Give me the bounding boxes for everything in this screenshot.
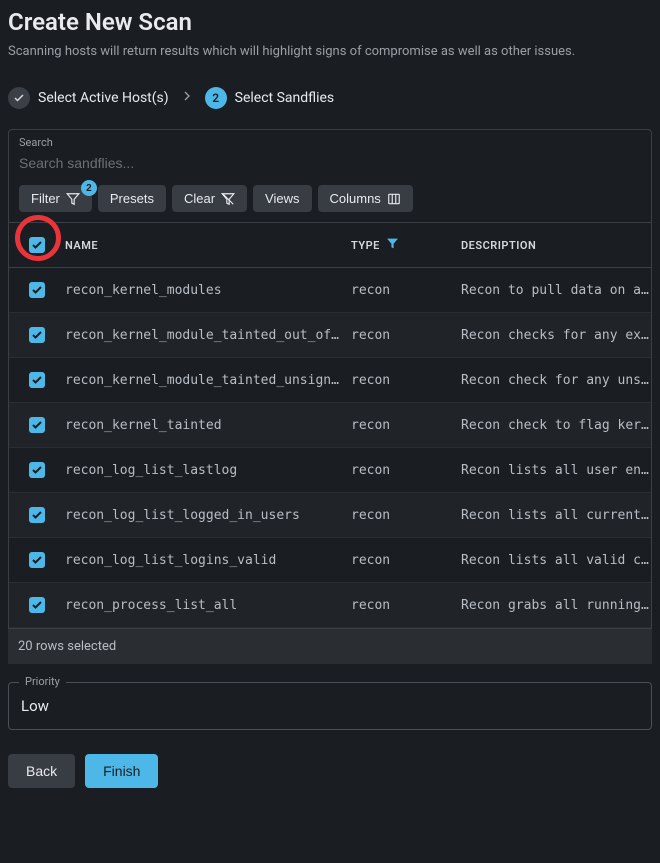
- row-description: Recon lists all currently: [461, 508, 651, 523]
- check-icon: [8, 87, 30, 109]
- views-button[interactable]: Views: [253, 185, 311, 212]
- row-checkbox[interactable]: [29, 372, 45, 388]
- table-panel: Search Filter 2 Presets Clear Views Colu…: [8, 129, 652, 629]
- clear-label: Clear: [184, 191, 215, 206]
- row-checkbox[interactable]: [29, 417, 45, 433]
- select-all-checkbox[interactable]: [29, 237, 45, 253]
- row-name: recon_log_list_logins_valid: [65, 553, 351, 568]
- row-checkbox[interactable]: [29, 597, 45, 613]
- columns-button[interactable]: Columns: [318, 185, 413, 212]
- clear-button[interactable]: Clear: [172, 185, 247, 212]
- back-button[interactable]: Back: [8, 754, 75, 788]
- row-name: recon_log_list_lastlog: [65, 463, 351, 478]
- columns-label: Columns: [330, 191, 381, 206]
- filter-label: Filter: [31, 191, 60, 206]
- row-checkbox[interactable]: [29, 507, 45, 523]
- row-name: recon_kernel_tainted: [65, 418, 351, 433]
- row-type: recon: [351, 463, 461, 478]
- row-description: Recon check to flag kernel: [461, 418, 651, 433]
- table-row[interactable]: recon_log_list_lastlogreconRecon lists a…: [9, 448, 651, 493]
- row-description: Recon check for any unsign: [461, 373, 651, 388]
- row-type: recon: [351, 508, 461, 523]
- filter-button[interactable]: Filter 2: [19, 185, 92, 212]
- step-2-number: 2: [205, 87, 227, 109]
- table-row[interactable]: recon_kernel_modulesreconRecon to pull d…: [9, 268, 651, 313]
- page-title: Create New Scan: [8, 8, 652, 36]
- column-name-header[interactable]: NAME: [65, 239, 351, 252]
- selection-footer: 20 rows selected: [8, 629, 652, 664]
- table-row[interactable]: recon_log_list_logged_in_usersreconRecon…: [9, 493, 651, 538]
- table-row[interactable]: recon_kernel_module_tainted_unsign…recon…: [9, 358, 651, 403]
- priority-select[interactable]: Priority Low: [8, 682, 652, 730]
- row-type: recon: [351, 283, 461, 298]
- arrow-right-icon: [179, 88, 195, 108]
- step-2-label: Select Sandflies: [235, 90, 335, 106]
- page-subtitle: Scanning hosts will return results which…: [8, 44, 652, 59]
- step-1-label: Select Active Host(s): [38, 90, 169, 106]
- presets-label: Presets: [110, 191, 154, 206]
- row-name: recon_kernel_module_tainted_unsign…: [65, 373, 351, 388]
- table-row[interactable]: recon_log_list_logins_validreconRecon li…: [9, 538, 651, 583]
- table-header: NAME TYPE DESCRIPTION: [9, 222, 651, 268]
- column-type-header[interactable]: TYPE: [351, 237, 461, 253]
- row-type: recon: [351, 328, 461, 343]
- views-label: Views: [265, 191, 299, 206]
- row-type: recon: [351, 553, 461, 568]
- step-1[interactable]: Select Active Host(s): [8, 87, 169, 109]
- presets-button[interactable]: Presets: [98, 185, 166, 212]
- row-name: recon_process_list_all: [65, 598, 351, 613]
- row-checkbox[interactable]: [29, 327, 45, 343]
- table-row[interactable]: recon_process_list_allreconRecon grabs a…: [9, 583, 651, 628]
- filter-badge: 2: [81, 180, 97, 196]
- filter-active-icon: [386, 237, 399, 253]
- step-2[interactable]: 2 Select Sandflies: [205, 87, 335, 109]
- row-name: recon_log_list_logged_in_users: [65, 508, 351, 523]
- row-description: Recon lists all user entri: [461, 463, 651, 478]
- row-description: Recon lists all valid curr: [461, 553, 651, 568]
- filter-off-icon: [221, 192, 235, 206]
- finish-button[interactable]: Finish: [85, 754, 158, 788]
- table-row[interactable]: recon_kernel_taintedreconRecon check to …: [9, 403, 651, 448]
- row-checkbox[interactable]: [29, 282, 45, 298]
- table-row[interactable]: recon_kernel_module_tainted_out_of…recon…: [9, 313, 651, 358]
- row-description: Recon grabs all running pr: [461, 598, 651, 613]
- row-type: recon: [351, 373, 461, 388]
- row-name: recon_kernel_module_tainted_out_of…: [65, 328, 351, 343]
- row-checkbox[interactable]: [29, 462, 45, 478]
- column-description-header[interactable]: DESCRIPTION: [461, 239, 651, 252]
- row-description: Recon checks for any exter: [461, 328, 651, 343]
- stepper: Select Active Host(s) 2 Select Sandflies: [0, 71, 660, 129]
- row-name: recon_kernel_modules: [65, 283, 351, 298]
- row-type: recon: [351, 598, 461, 613]
- row-checkbox[interactable]: [29, 552, 45, 568]
- columns-icon: [387, 192, 401, 206]
- priority-label: Priority: [19, 675, 66, 688]
- priority-value: Low: [21, 697, 639, 715]
- row-type: recon: [351, 418, 461, 433]
- search-input[interactable]: [19, 151, 641, 175]
- row-description: Recon to pull data on all: [461, 283, 651, 298]
- search-label: Search: [19, 136, 641, 149]
- filter-icon: [66, 192, 80, 206]
